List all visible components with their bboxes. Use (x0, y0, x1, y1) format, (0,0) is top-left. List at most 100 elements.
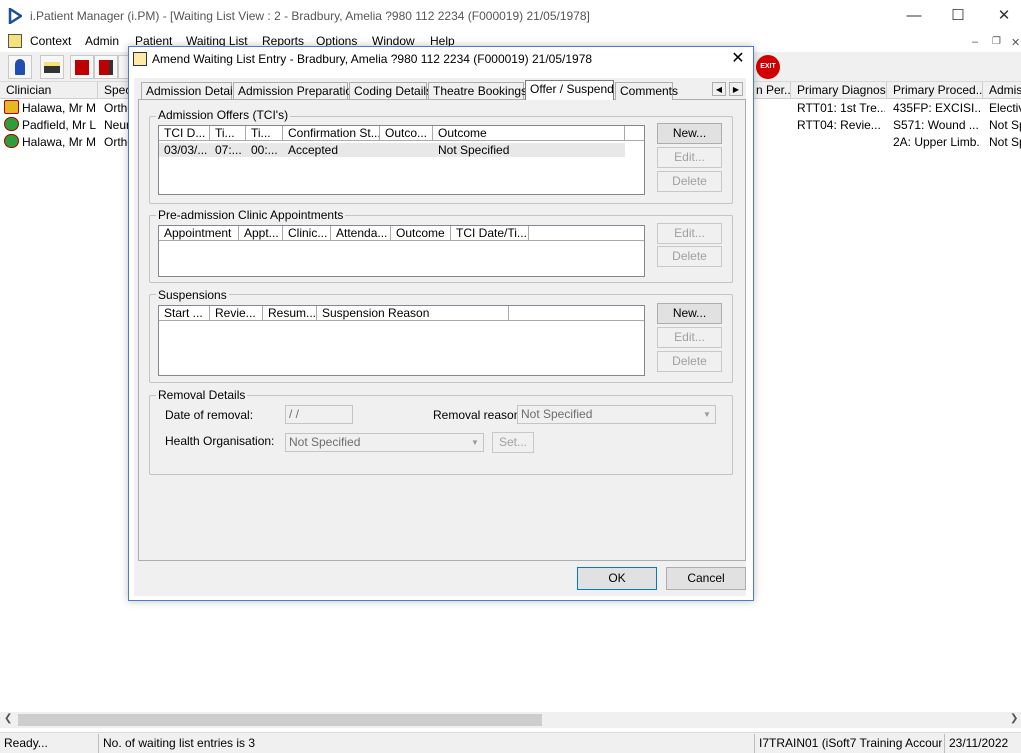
offers-col-time[interactable]: Ti... (210, 126, 246, 141)
preadmission-col-outcome[interactable]: Outcome (391, 226, 451, 241)
book-icon[interactable] (70, 55, 94, 79)
dialog-title: Amend Waiting List Entry - Bradbury, Ame… (152, 52, 593, 66)
menu-admin[interactable]: Admin (85, 34, 119, 48)
row-clinician[interactable]: Halawa, Mr M (22, 134, 98, 150)
date-of-removal-label: Date of removal: (165, 408, 254, 422)
removal-details-label: Removal Details (156, 388, 248, 402)
tab-coding-details[interactable]: Coding Details (349, 82, 432, 100)
row-clinician[interactable]: Padfield, Mr L (22, 117, 98, 133)
suspensions-col-start[interactable]: Start ... (159, 306, 210, 321)
tab-comments[interactable]: Comments (615, 82, 678, 100)
suspensions-label: Suspensions (156, 288, 229, 302)
row-procedure[interactable]: 2A: Upper Limb... (893, 134, 981, 150)
row-procedure[interactable]: 435FP: EXCISI... (893, 100, 981, 116)
document-icon[interactable] (8, 34, 22, 48)
exit-icon[interactable]: EXIT (756, 55, 780, 79)
column-header-period[interactable]: n Per... (754, 82, 791, 99)
row-spec[interactable]: Neur (104, 117, 128, 133)
removal-reason-select[interactable]: Not Specified (517, 405, 716, 424)
cancel-button[interactable]: Cancel (666, 567, 746, 590)
offer-time: 07:... (215, 143, 242, 157)
set-organisation-button[interactable]: Set... (492, 432, 534, 453)
tab-scroll-right-icon[interactable]: ▶ (729, 82, 743, 96)
waiting-status-icon (4, 117, 19, 131)
print-icon[interactable] (40, 55, 64, 79)
offers-col-tci-date[interactable]: TCI D... (159, 126, 210, 141)
edit-book-icon[interactable] (94, 55, 118, 79)
suspensions-edit-button[interactable]: Edit... (657, 327, 722, 348)
offers-edit-button[interactable]: Edit... (657, 147, 722, 168)
close-window-button[interactable]: ✕ (984, 4, 1021, 28)
row-admission[interactable]: Not Sp (989, 117, 1021, 133)
column-header-primary-diagnosis[interactable]: Primary Diagnosis (791, 82, 887, 99)
suspensions-col-resume[interactable]: Resum... (263, 306, 317, 321)
menu-context[interactable]: Context (30, 34, 71, 48)
offer-time-2: 00:... (251, 143, 278, 157)
row-admission[interactable]: Not Sp (989, 134, 1021, 150)
preadmission-col-clinic[interactable]: Clinic... (283, 226, 331, 241)
chevron-down-icon[interactable]: ▼ (699, 406, 715, 423)
preadmission-delete-button[interactable]: Delete (657, 246, 722, 267)
offers-delete-button[interactable]: Delete (657, 171, 722, 192)
row-diagnosis[interactable]: RTT04: Revie... (797, 117, 885, 133)
suspensions-new-button[interactable]: New... (657, 303, 722, 324)
scroll-left-icon[interactable]: ❮ (4, 713, 12, 724)
offer-outcome: Not Specified (438, 143, 510, 157)
offer-confirmation: Accepted (288, 143, 339, 157)
preadmission-col-attendance[interactable]: Attenda... (331, 226, 391, 241)
suspensions-col-review[interactable]: Revie... (210, 306, 263, 321)
tab-theatre-bookings[interactable]: Theatre Bookings (428, 82, 527, 100)
preadmission-label: Pre-admission Clinic Appointments (156, 208, 346, 222)
preadmission-col-filler (529, 226, 644, 241)
row-diagnosis[interactable] (797, 134, 885, 150)
tab-admission-preparation[interactable]: Admission Preparation (233, 82, 359, 100)
mdi-restore-icon[interactable]: ❐ (992, 36, 1001, 47)
status-date: 23/11/2022 (944, 734, 1021, 753)
row-procedure[interactable]: S571: Wound ... (893, 117, 981, 133)
tab-admission-details[interactable]: Admission Details (141, 82, 241, 100)
removal-reason-label: Removal reason: (433, 408, 524, 422)
row-diagnosis[interactable]: RTT01: 1st Tre... (797, 100, 885, 116)
offers-col-time-2[interactable]: Ti... (246, 126, 283, 141)
preadmission-col-appt[interactable]: Appt... (239, 226, 283, 241)
column-header-clinician[interactable]: Clinician (0, 82, 98, 99)
offers-col-outcome-code[interactable]: Outco... (380, 126, 433, 141)
preadmission-col-tci-date[interactable]: TCI Date/Ti... (451, 226, 529, 241)
suspensions-delete-button[interactable]: Delete (657, 351, 722, 372)
minimize-button[interactable]: — (894, 4, 934, 28)
offers-col-confirmation[interactable]: Confirmation St... (283, 126, 380, 141)
date-of-removal-field[interactable]: / / (285, 405, 353, 424)
mdi-close-icon[interactable]: ✕ (1011, 36, 1020, 49)
preadmission-col-appointment[interactable]: Appointment (159, 226, 239, 241)
dialog-close-button[interactable]: ✕ (726, 48, 750, 70)
offers-col-filler (625, 126, 644, 141)
row-clinician[interactable]: Halawa, Mr M (22, 100, 98, 116)
dialog-document-icon (133, 52, 147, 66)
suspensions-col-reason[interactable]: Suspension Reason (317, 306, 509, 321)
ok-button[interactable]: OK (577, 567, 657, 590)
health-organisation-select[interactable]: Not Specified (285, 433, 484, 452)
mdi-minimize-icon[interactable]: – (972, 36, 978, 48)
column-header-primary-procedure[interactable]: Primary Proced... (887, 82, 983, 99)
app-logo-icon (8, 8, 22, 24)
chevron-down-icon[interactable]: ▼ (467, 434, 483, 451)
tab-scroll-left-icon[interactable]: ◀ (712, 82, 726, 96)
offers-col-outcome[interactable]: Outcome (433, 126, 625, 141)
offer-outcome-code (380, 143, 433, 157)
preadmission-edit-button[interactable]: Edit... (657, 223, 722, 244)
row-admission[interactable]: Electiv (989, 100, 1021, 116)
tab-offer-suspend[interactable]: Offer / Suspend (525, 80, 614, 100)
scroll-right-icon[interactable]: ❯ (1010, 713, 1018, 724)
status-account: I7TRAIN01 (iSoft7 Training Account) (754, 734, 942, 753)
column-header-admission[interactable]: Admis (983, 82, 1021, 99)
maximize-button[interactable]: ☐ (938, 4, 978, 28)
patient-icon[interactable] (8, 55, 32, 79)
offers-new-button[interactable]: New... (657, 123, 722, 144)
window-title: i.Patient Manager (i.PM) - [Waiting List… (30, 9, 590, 23)
row-spec[interactable]: Ortho (104, 100, 128, 116)
row-spec[interactable]: Ortho (104, 134, 128, 150)
waiting-status-icon (4, 100, 19, 114)
scroll-thumb[interactable] (18, 714, 542, 726)
column-header-spec[interactable]: Spec (98, 82, 130, 99)
offer-tci-date: 03/03/... (164, 143, 208, 157)
